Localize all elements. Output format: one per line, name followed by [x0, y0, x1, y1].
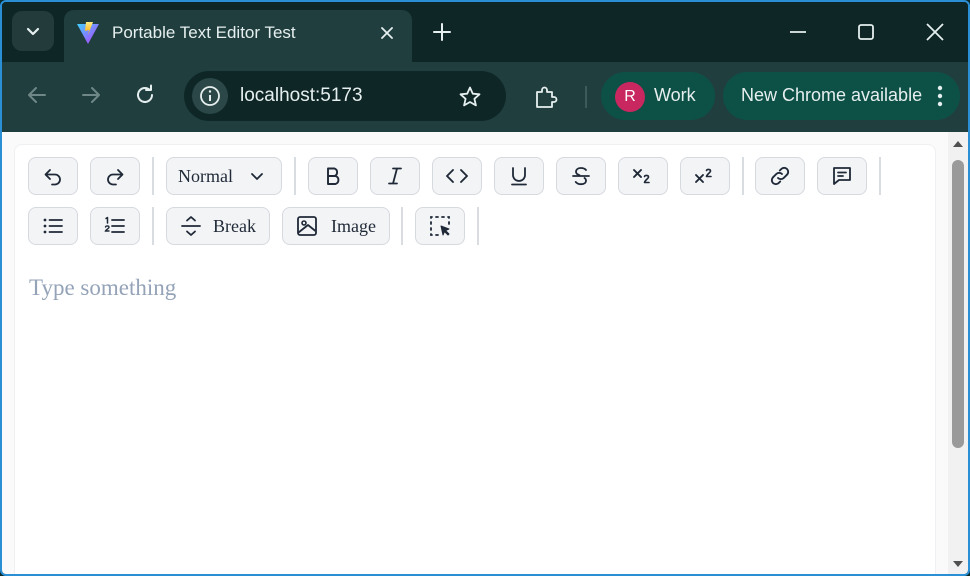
- superscript-button[interactable]: [680, 157, 730, 195]
- bullet-list-button[interactable]: [28, 207, 78, 245]
- toolbar-divider: [585, 86, 587, 108]
- update-label: New Chrome available: [741, 85, 923, 105]
- break-icon: [181, 216, 201, 236]
- bold-button[interactable]: [308, 157, 358, 195]
- scrollbar-thumb[interactable]: [952, 160, 964, 448]
- browser-window: Portable Text Editor Test localhost:5173…: [0, 0, 970, 576]
- minimize-icon: [790, 31, 806, 33]
- strikethrough-icon: [572, 167, 590, 186]
- plus-icon: [433, 23, 451, 41]
- toolbar-divider: [152, 207, 154, 245]
- break-label: Break: [213, 215, 256, 236]
- toolbar-divider: [879, 157, 881, 195]
- reload-icon: [137, 84, 153, 103]
- profile-label: Work: [654, 85, 696, 105]
- url-text[interactable]: localhost:5173: [240, 85, 363, 107]
- portable-text-editor: Normal Break Image Type something: [14, 144, 936, 574]
- code-icon: [446, 169, 468, 183]
- arrow-left-icon: [28, 87, 46, 103]
- kebab-menu-icon: [937, 85, 943, 107]
- site-info-button[interactable]: [192, 78, 228, 114]
- select-button[interactable]: [415, 207, 465, 245]
- underline-icon: [511, 167, 527, 186]
- vite-logo-icon: [77, 22, 99, 44]
- redo-button[interactable]: [90, 157, 140, 195]
- close-icon: [926, 23, 944, 41]
- tab-search-button[interactable]: [12, 11, 54, 51]
- style-select[interactable]: Normal: [166, 157, 282, 195]
- strikethrough-button[interactable]: [556, 157, 606, 195]
- extensions-button[interactable]: [529, 80, 563, 114]
- avatar: R: [615, 82, 645, 112]
- window-close-button[interactable]: [911, 10, 959, 54]
- chevron-down-icon: [251, 173, 263, 180]
- toolbar-divider: [152, 157, 154, 195]
- close-icon: [381, 27, 393, 39]
- italic-button[interactable]: [370, 157, 420, 195]
- chrome-menu-button[interactable]: [927, 82, 953, 110]
- page-scrollbar[interactable]: [948, 132, 968, 574]
- underline-button[interactable]: [494, 157, 544, 195]
- italic-icon: [388, 167, 402, 185]
- star-icon: [459, 86, 481, 107]
- toolbar-divider: [477, 207, 479, 245]
- back-button[interactable]: [19, 77, 55, 113]
- numbered-list-button[interactable]: [90, 207, 140, 245]
- address-bar[interactable]: localhost:5173: [184, 71, 506, 121]
- link-button[interactable]: [755, 157, 805, 195]
- page-content: Normal Break Image Type something: [2, 132, 948, 574]
- break-button[interactable]: Break: [166, 207, 270, 245]
- chevron-down-icon: [26, 27, 40, 36]
- bookmark-button[interactable]: [456, 83, 484, 111]
- arrow-right-icon: [82, 87, 100, 103]
- image-label: Image: [331, 215, 376, 236]
- reload-button[interactable]: [127, 77, 163, 113]
- active-tab[interactable]: Portable Text Editor Test: [64, 10, 412, 64]
- browser-toolbar: localhost:5173 R Work New Chrome availab…: [2, 62, 968, 132]
- info-icon: [200, 86, 220, 106]
- comment-icon: [833, 167, 851, 185]
- minimize-button[interactable]: [774, 10, 822, 54]
- bullet-list-icon: [43, 218, 63, 234]
- tab-title: Portable Text Editor Test: [112, 23, 296, 42]
- update-chrome-button[interactable]: New Chrome available: [723, 72, 960, 120]
- editor-placeholder[interactable]: Type something: [29, 275, 176, 301]
- scroll-down-arrow-icon[interactable]: [951, 557, 965, 571]
- code-button[interactable]: [432, 157, 482, 195]
- image-icon: [297, 216, 317, 236]
- numbered-list-icon: [104, 216, 125, 233]
- undo-icon: [44, 169, 61, 186]
- subscript-icon: [633, 169, 650, 184]
- image-button[interactable]: Image: [282, 207, 390, 245]
- toolbar-divider: [401, 207, 403, 245]
- forward-button[interactable]: [73, 77, 109, 113]
- puzzle-icon: [536, 86, 558, 108]
- link-icon: [770, 166, 790, 186]
- redo-icon: [107, 169, 124, 186]
- profile-button[interactable]: R Work: [601, 72, 715, 120]
- tab-close-button[interactable]: [376, 22, 398, 44]
- subscript-button[interactable]: [618, 157, 668, 195]
- comment-button[interactable]: [817, 157, 867, 195]
- toolbar-divider: [742, 157, 744, 195]
- maximize-icon: [858, 24, 874, 40]
- new-tab-button[interactable]: [426, 16, 458, 48]
- toolbar-divider: [294, 157, 296, 195]
- maximize-button[interactable]: [842, 10, 890, 54]
- selection-icon: [430, 216, 450, 236]
- undo-button[interactable]: [28, 157, 78, 195]
- style-select-label: Normal: [178, 165, 233, 186]
- scroll-up-arrow-icon[interactable]: [951, 137, 965, 151]
- superscript-icon: [695, 168, 712, 183]
- tab-strip: Portable Text Editor Test: [2, 2, 968, 64]
- bold-icon: [327, 167, 340, 185]
